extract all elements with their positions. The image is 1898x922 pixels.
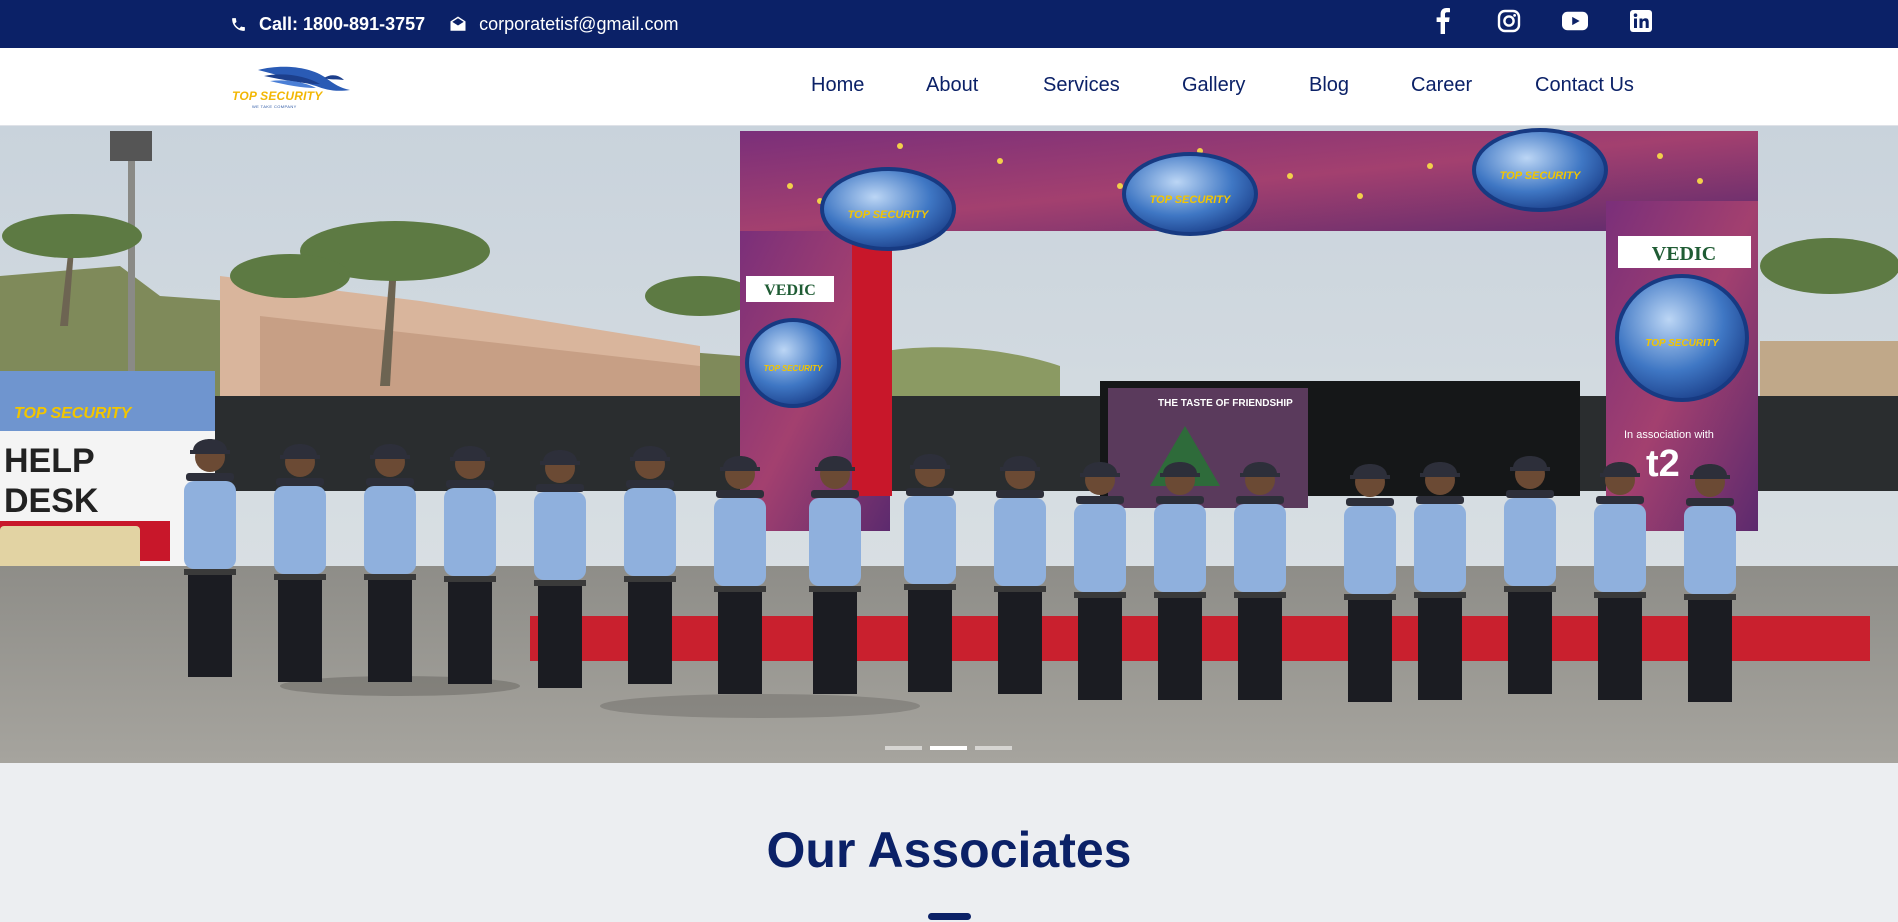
phone-link[interactable]: Call: 1800-891-3757: [230, 14, 425, 35]
slider-dot-1[interactable]: [885, 746, 922, 750]
guard-figure: [1594, 462, 1646, 700]
associates-title: Our Associates: [766, 822, 1132, 878]
guard-figure: [1074, 462, 1126, 700]
facebook-icon[interactable]: [1430, 8, 1456, 34]
contact-info: Call: 1800-891-3757 corporatetisf@gmail.…: [230, 0, 678, 48]
nav-gallery[interactable]: Gallery: [1182, 74, 1245, 97]
site-logo[interactable]: TOP SECURITY WE TAKE COMPANY: [230, 60, 352, 114]
svg-text:TOP SECURITY: TOP SECURITY: [848, 209, 930, 221]
nav-career[interactable]: Career: [1411, 74, 1472, 97]
svg-text:TOP SECURITY: TOP SECURITY: [1150, 194, 1232, 206]
association-text: In association with: [1624, 429, 1714, 441]
nav-services[interactable]: Services: [1043, 74, 1120, 97]
guard-figure: [444, 446, 496, 684]
associates-section: Our Associates: [0, 763, 1898, 922]
svg-text:TOP SECURITY: TOP SECURITY: [1645, 338, 1720, 349]
guard-figure: [904, 454, 956, 692]
top-contact-bar: Call: 1800-891-3757 corporatetisf@gmail.…: [0, 0, 1898, 48]
hero-photo: VEDIC VEDIC THE TASTE OF FRIENDSHIP In a…: [0, 126, 1898, 763]
guard-figure: [1154, 462, 1206, 700]
linkedin-icon[interactable]: [1628, 8, 1654, 34]
phone-icon: [230, 16, 247, 33]
guard-figure: [184, 439, 236, 677]
taste-banner-text: THE TASTE OF FRIENDSHIP: [1158, 398, 1293, 409]
svg-text:TOP SECURITY: TOP SECURITY: [764, 364, 823, 373]
guard-figure: [364, 444, 416, 682]
vedic-sign-left: VEDIC: [764, 282, 816, 299]
nav-home[interactable]: Home: [811, 74, 864, 97]
svg-text:TOP SECURITY: TOP SECURITY: [1500, 170, 1582, 182]
email-link[interactable]: corporatetisf@gmail.com: [449, 14, 678, 35]
helpdesk-line-1: HELP: [4, 442, 95, 480]
guard-figure: [534, 450, 586, 688]
t2-logo-text: t2: [1646, 443, 1680, 485]
guard-figure: [1234, 462, 1286, 700]
slider-dot-3[interactable]: [975, 746, 1012, 750]
guard-figure: [1414, 462, 1466, 700]
logo-tagline: WE TAKE COMPANY: [252, 104, 297, 109]
guard-figure: [809, 456, 861, 694]
youtube-icon[interactable]: [1562, 8, 1588, 34]
guard-figure: [714, 456, 766, 694]
helpdesk-line-2: DESK: [4, 482, 99, 520]
guard-figure: [624, 446, 676, 684]
instagram-icon[interactable]: [1496, 8, 1522, 34]
guard-figure: [274, 444, 326, 682]
nav-contact-us[interactable]: Contact Us: [1535, 74, 1634, 97]
nav-blog[interactable]: Blog: [1309, 74, 1349, 97]
helpdesk-brand: TOP SECURITY: [14, 405, 133, 422]
logo-brand: TOP SECURITY: [232, 89, 323, 103]
nav-about[interactable]: About: [926, 74, 978, 97]
main-navbar: TOP SECURITY WE TAKE COMPANY Home About …: [0, 48, 1898, 126]
email-address: corporatetisf@gmail.com: [479, 13, 679, 34]
phone-number: Call: 1800-891-3757: [259, 13, 426, 34]
vedic-sign-right: VEDIC: [1652, 243, 1716, 265]
guard-figure: [994, 456, 1046, 694]
social-links: [1430, 0, 1654, 42]
guard-figure: [1344, 464, 1396, 702]
envelope-open-icon: [449, 15, 467, 33]
guard-figure: [1504, 456, 1556, 694]
guard-figure: [1684, 464, 1736, 702]
slider-dot-2[interactable]: [930, 746, 967, 750]
title-underline: [928, 913, 971, 920]
slider-dots: [885, 746, 1012, 750]
hero-slider[interactable]: VEDIC VEDIC THE TASTE OF FRIENDSHIP In a…: [0, 126, 1898, 763]
